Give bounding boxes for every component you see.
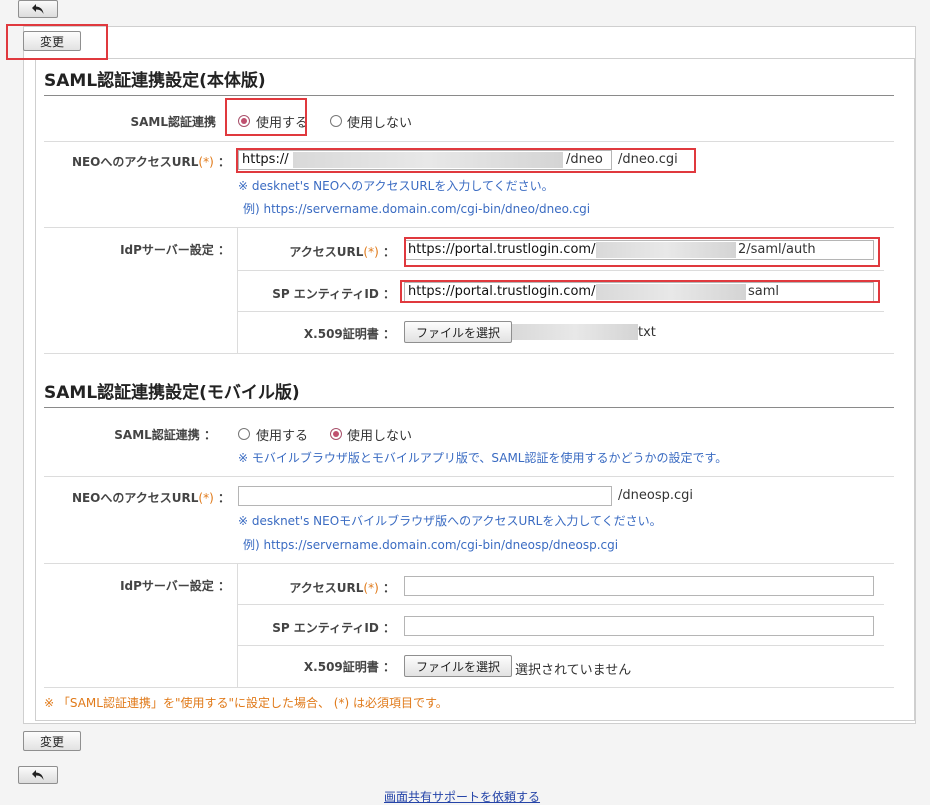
- radio-use-mobile[interactable]: [238, 428, 250, 440]
- divider: [238, 645, 884, 646]
- screen-share-support-link[interactable]: 画面共有サポートを依頼する: [384, 788, 540, 805]
- radio-nouse-main[interactable]: [330, 115, 342, 127]
- sp-entity-prefix: https://portal.trustlogin.com/: [408, 284, 596, 299]
- redacted-area: [293, 152, 563, 168]
- neo-url-note-main: ※ desknet's NEOへのアクセスURLを入力してください。: [238, 179, 554, 193]
- x509-label-main: X.509証明書 ：: [303, 327, 395, 341]
- saml-label-main: SAML認証連携: [130, 115, 216, 129]
- redacted-area: [512, 324, 638, 340]
- saml-label-mobile: SAML認証連携 ：: [114, 428, 216, 442]
- section-title-main: SAML認証連携設定(本体版): [44, 66, 894, 96]
- radio-use-main[interactable]: [238, 115, 250, 127]
- access-url-suffix: 2/saml/auth: [738, 242, 816, 257]
- neo-url-note-mobile: ※ desknet's NEOモバイルブラウザ版へのアクセスURLを入力してくだ…: [238, 514, 662, 528]
- divider: [44, 227, 894, 228]
- divider: [238, 311, 884, 312]
- change-button-top[interactable]: 変更: [23, 31, 81, 51]
- sp-entity-label-mobile: SP エンティティID ：: [272, 621, 395, 635]
- radio-nouse-main-label: 使用しない: [347, 116, 413, 131]
- required-note: ※ 「SAML認証連携」を"使用する"に設定した場合、 (*) は必須項目です。: [44, 696, 448, 710]
- idp-label-mobile: IdPサーバー設定 ：: [120, 579, 230, 593]
- divider: [238, 270, 884, 271]
- section-title-mobile: SAML認証連携設定(モバイル版): [44, 378, 894, 408]
- divider: [238, 604, 884, 605]
- neo-url-input-mobile[interactable]: [238, 486, 612, 506]
- neo-url-mid: /dneo: [566, 152, 603, 167]
- sp-entity-label-main: SP エンティティID ：: [272, 287, 395, 301]
- radio-nouse-mobile[interactable]: [330, 428, 342, 440]
- divider: [44, 353, 894, 354]
- divider: [44, 141, 894, 142]
- neo-url-label-mobile: NEOへのアクセスURL(*) ：: [71, 491, 230, 505]
- neo-url-prefix: https://: [242, 152, 289, 167]
- divider: [237, 228, 238, 353]
- divider: [44, 563, 894, 564]
- access-url-prefix: https://portal.trustlogin.com/: [408, 242, 596, 257]
- neo-url-suffix-main: /dneo.cgi: [618, 152, 678, 167]
- divider: [237, 564, 238, 688]
- file-name-suffix: txt: [638, 325, 656, 340]
- file-none-text: 選択されていません: [515, 663, 632, 678]
- redacted-area: [596, 242, 736, 258]
- back-button-top[interactable]: [18, 0, 58, 18]
- sp-entity-suffix: saml: [748, 284, 780, 299]
- radio-use-mobile-label: 使用する: [256, 429, 309, 444]
- back-arrow-icon: [32, 4, 44, 14]
- neo-url-example-main: 例) https://servername.domain.com/cgi-bin…: [243, 202, 591, 216]
- access-url-label-main: アクセスURL(*) ：: [289, 245, 395, 259]
- neo-url-example-mobile: 例) https://servername.domain.com/cgi-bin…: [243, 538, 619, 552]
- radio-nouse-mobile-label: 使用しない: [347, 429, 413, 444]
- access-url-input-mobile[interactable]: [404, 576, 874, 596]
- file-select-button-mobile[interactable]: ファイルを選択: [404, 655, 512, 677]
- back-arrow-icon: [32, 770, 44, 780]
- saml-note-mobile: ※ モバイルブラウザ版とモバイルアプリ版で、SAML認証を使用するかどうかの設定…: [238, 451, 728, 465]
- neo-url-suffix-mobile: /dneosp.cgi: [618, 488, 693, 503]
- divider: [44, 687, 894, 688]
- neo-url-label-main: NEOへのアクセスURL(*) ：: [71, 155, 230, 169]
- divider: [44, 476, 894, 477]
- x509-label-mobile: X.509証明書 ：: [303, 660, 395, 674]
- change-button-bottom[interactable]: 変更: [23, 731, 81, 751]
- access-url-label-mobile: アクセスURL(*) ：: [289, 581, 395, 595]
- redacted-area: [596, 284, 746, 300]
- back-button-bottom[interactable]: [18, 766, 58, 784]
- radio-use-main-label: 使用する: [256, 116, 309, 131]
- idp-label-main: IdPサーバー設定 ：: [120, 243, 230, 257]
- sp-entity-input-mobile[interactable]: [404, 616, 874, 636]
- file-select-button-main[interactable]: ファイルを選択: [404, 321, 512, 343]
